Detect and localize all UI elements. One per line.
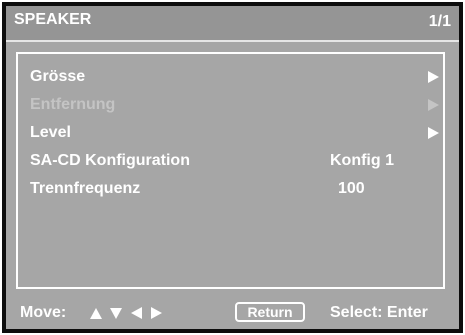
menu-item-label: Level [30,124,71,141]
menu-item-entfernung: Entfernung [18,94,443,118]
return-button[interactable]: Return [235,302,305,322]
menu-item-groesse[interactable]: Grösse [18,66,443,90]
menu-item-level[interactable]: Level [18,122,443,146]
menu-item-value: 100 [338,180,365,197]
menu-panel: Grösse Entfernung Level SA-CD Konfigurat… [16,52,445,289]
select-hint-label: Select: Enter [330,304,428,321]
arrow-right-icon [428,127,439,139]
menu-item-label: Grösse [30,68,86,85]
move-hint-label: Move: [20,304,67,321]
header-bar: SPEAKER 1/1 [6,6,459,42]
menu-item-label: Trennfrequenz [30,180,141,197]
arrow-down-icon [110,308,122,319]
footer-bar: Move: Return Select: Enter [6,296,459,329]
page-indicator: 1/1 [428,13,451,30]
menu-item-value: Konfig 1 [330,152,394,169]
arrow-right-icon [428,71,439,83]
arrow-right-icon [151,307,162,319]
arrow-up-icon [90,308,102,319]
menu-item-label: SA-CD Konfiguration [30,152,190,169]
menu-item-sacd-konfiguration[interactable]: SA-CD Konfiguration Konfig 1 [18,150,443,174]
osd-frame: SPEAKER 1/1 Grösse Entfernung Level SA-C… [2,2,463,333]
arrow-right-icon [428,99,439,111]
menu-item-trennfrequenz[interactable]: Trennfrequenz 100 [18,178,443,202]
osd-screen: SPEAKER 1/1 Grösse Entfernung Level SA-C… [6,6,459,329]
arrow-left-icon [131,307,142,319]
page-title: SPEAKER [14,11,92,28]
menu-item-label: Entfernung [30,96,116,113]
